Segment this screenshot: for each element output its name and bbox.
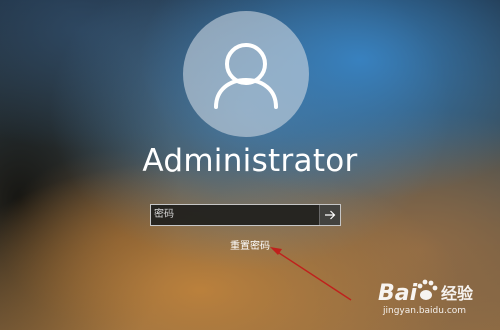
watermark-url: jingyan.baidu.com [383, 306, 467, 316]
svg-text:经验: 经验 [441, 284, 474, 303]
svg-text:Bai: Bai [378, 281, 418, 306]
